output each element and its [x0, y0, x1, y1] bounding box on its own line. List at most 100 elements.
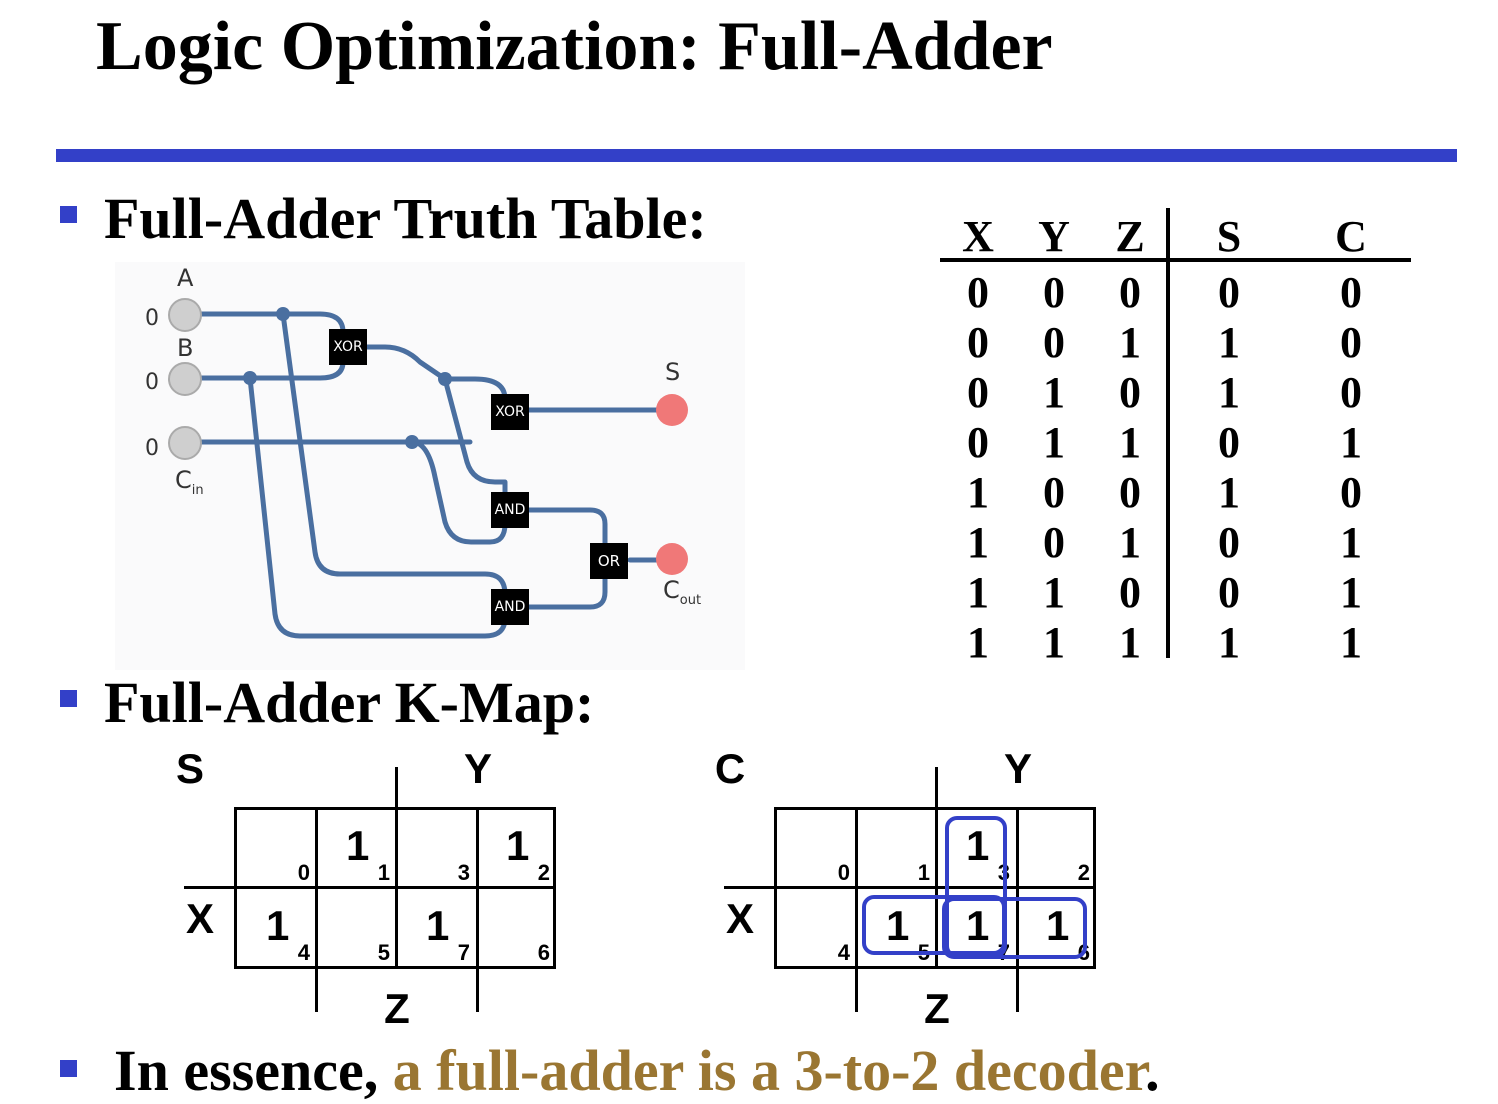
input-b-value: 0 — [145, 370, 159, 395]
bullet-marker — [60, 206, 77, 223]
kmap-c-name: C — [714, 745, 746, 792]
output-cout-subscript: out — [679, 592, 702, 608]
truth-table-cell: 1 — [1043, 368, 1065, 417]
input-cin-value: 0 — [145, 436, 159, 461]
and-gate-1: AND — [491, 492, 529, 528]
kmap-c-var-y: Y — [1003, 745, 1032, 792]
truth-table-cell: 0 — [1043, 518, 1065, 567]
kmap-c-group-xy — [942, 897, 1087, 959]
truth-table-cell: 1 — [1119, 318, 1141, 367]
output-cout-letter: C — [663, 576, 680, 604]
kmap-s-cell-index: 5 — [377, 940, 390, 965]
input-b-label: B — [177, 334, 194, 362]
truth-table-header-s: S — [1216, 212, 1242, 261]
truth-table-cell: 0 — [1043, 318, 1065, 367]
kmap-s-z-bracket-left — [315, 807, 318, 1012]
truth-table-cell: 1 — [967, 618, 989, 667]
kmap-s-cell-value: 1 — [506, 822, 530, 869]
kmap-s-x-bracket — [184, 886, 556, 889]
kmap-heading: Full-Adder K-Map: — [104, 670, 595, 735]
truth-table-cell: 0 — [1340, 368, 1362, 417]
truth-table-cell: 1 — [967, 468, 989, 517]
kmap-c-cell-index: 4 — [837, 940, 850, 965]
truth-table-cell: 1 — [1119, 418, 1141, 467]
kmap-s-cell-index: 7 — [457, 940, 470, 965]
kmap-c-var-z: Z — [924, 985, 950, 1032]
truth-table-heading: Full-Adder Truth Table: — [104, 186, 707, 251]
kmap-s-cell-index: 6 — [537, 940, 550, 965]
truth-table-cell: 1 — [1119, 618, 1141, 667]
kmap-s-cell-value: 1 — [426, 902, 450, 949]
kmap-s-cell-index: 1 — [377, 860, 390, 885]
truth-table-cell: 0 — [1119, 268, 1141, 317]
output-cout-label: Cout — [663, 576, 701, 608]
kmap-s-cell-index: 4 — [297, 940, 310, 965]
truth-table-header-rule — [940, 258, 1411, 262]
kmap-s-cell-value: 1 — [266, 902, 290, 949]
carry-output-led — [656, 543, 688, 575]
kmap-s-cell-index: 3 — [457, 860, 470, 885]
truth-table-cell: 0 — [1119, 368, 1141, 417]
truth-table-cell: 1 — [1340, 518, 1362, 567]
truth-table-cell: 1 — [1043, 568, 1065, 617]
truth-table-cell: 0 — [1119, 468, 1141, 517]
kmap-s-z-bracket-right — [476, 807, 479, 1012]
truth-table-cell: 0 — [1043, 468, 1065, 517]
truth-table-header-y: Y — [1038, 212, 1070, 261]
slide-title: Logic Optimization: Full-Adder — [96, 8, 1053, 85]
truth-table-header-x: X — [962, 212, 994, 261]
kmap-s-y-bracket — [395, 767, 398, 967]
truth-table-cell: 1 — [1340, 568, 1362, 617]
input-a-value: 0 — [145, 306, 159, 331]
truth-table-cell: 0 — [1043, 268, 1065, 317]
kmap-c-cell-index: 0 — [837, 860, 850, 885]
truth-table-cell: 1 — [1043, 618, 1065, 667]
essence-plain-text: In essence, — [114, 1038, 393, 1103]
xor-gate-1: XOR — [329, 329, 367, 365]
essence-period: . — [1145, 1038, 1160, 1103]
and-gate-2: AND — [491, 589, 529, 625]
truth-table-cell: 0 — [967, 268, 989, 317]
full-adder-circuit: A 0 B 0 0 Cin XOR XOR AND AND OR S Cout — [115, 262, 745, 670]
input-cin-subscript: in — [191, 482, 204, 498]
input-cin-label: Cin — [175, 466, 204, 498]
truth-table-cell: 1 — [1218, 618, 1240, 667]
truth-table-cell: 0 — [1218, 568, 1240, 617]
kmap-c-var-x: X — [725, 895, 754, 942]
truth-table-cell: 1 — [1043, 418, 1065, 467]
truth-table-cell: 0 — [1340, 468, 1362, 517]
kmap-s-cell-value: 1 — [346, 822, 370, 869]
kmap-c-z-bracket-left — [855, 807, 858, 1012]
truth-table-cell: 1 — [1340, 618, 1362, 667]
truth-table-cell: 0 — [967, 318, 989, 367]
truth-table-cell: 0 — [1340, 268, 1362, 317]
truth-table-cell: 1 — [1218, 368, 1240, 417]
kmap-s-cell-index: 0 — [297, 860, 310, 885]
truth-table-cell: 1 — [1340, 418, 1362, 467]
truth-table-header-c: C — [1335, 212, 1367, 261]
output-s-label: S — [665, 358, 681, 386]
input-switches — [168, 298, 202, 460]
kmap-s-var-z: Z — [384, 985, 410, 1032]
circuit-wiring — [168, 298, 688, 639]
bullet-marker — [60, 1060, 77, 1077]
truth-table-cell: 1 — [967, 518, 989, 567]
or-gate: OR — [590, 543, 628, 579]
truth-table-cell: 0 — [1218, 418, 1240, 467]
kmap-c-cell-index: 1 — [917, 860, 930, 885]
kmap-s-var-x: X — [185, 895, 214, 942]
sum-output-led — [656, 394, 688, 426]
truth-table-cell: 1 — [1119, 518, 1141, 567]
truth-table-cell: 0 — [967, 368, 989, 417]
essence-statement: In essence, a full-adder is a 3-to-2 dec… — [114, 1038, 1160, 1104]
title-divider — [56, 149, 1457, 162]
kmap-s-cell-index: 2 — [537, 860, 550, 885]
kmap-c-cell-index: 2 — [1077, 860, 1090, 885]
truth-table-cell: 0 — [1218, 268, 1240, 317]
truth-table-cell: 0 — [1340, 318, 1362, 367]
kmap-s-name: S — [175, 745, 204, 792]
truth-table-cell: 1 — [1218, 318, 1240, 367]
kmap-s-var-y: Y — [463, 745, 492, 792]
input-cin-letter: C — [175, 466, 192, 494]
truth-table-cell: 1 — [967, 568, 989, 617]
